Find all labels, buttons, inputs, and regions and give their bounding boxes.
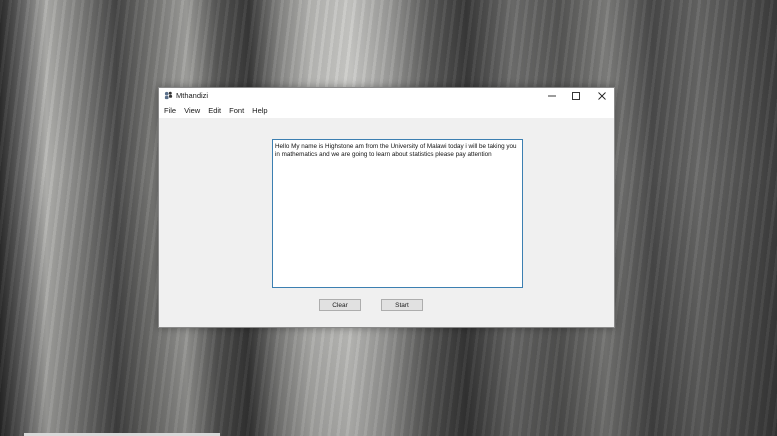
close-icon: [598, 92, 606, 100]
title-bar[interactable]: Mthandizi: [159, 88, 614, 104]
menu-view[interactable]: View: [180, 104, 204, 118]
app-window: Mthandizi File View Edit Font Help Hello…: [158, 87, 615, 328]
window-title: Mthandizi: [176, 91, 209, 100]
menu-bar: File View Edit Font Help: [159, 104, 614, 118]
minimize-button[interactable]: [539, 88, 565, 104]
menu-edit[interactable]: Edit: [204, 104, 225, 118]
maximize-button[interactable]: [563, 88, 589, 104]
app-icon: [164, 91, 173, 100]
menu-file[interactable]: File: [159, 104, 180, 118]
minimize-icon: [548, 95, 556, 97]
close-button[interactable]: [589, 88, 615, 104]
menu-font[interactable]: Font: [225, 104, 248, 118]
menu-help[interactable]: Help: [248, 104, 271, 118]
start-button[interactable]: Start: [381, 299, 423, 311]
clear-button[interactable]: Clear: [319, 299, 361, 311]
text-editor[interactable]: Hello My name is Highstone am from the U…: [272, 139, 523, 288]
maximize-icon: [572, 92, 580, 100]
